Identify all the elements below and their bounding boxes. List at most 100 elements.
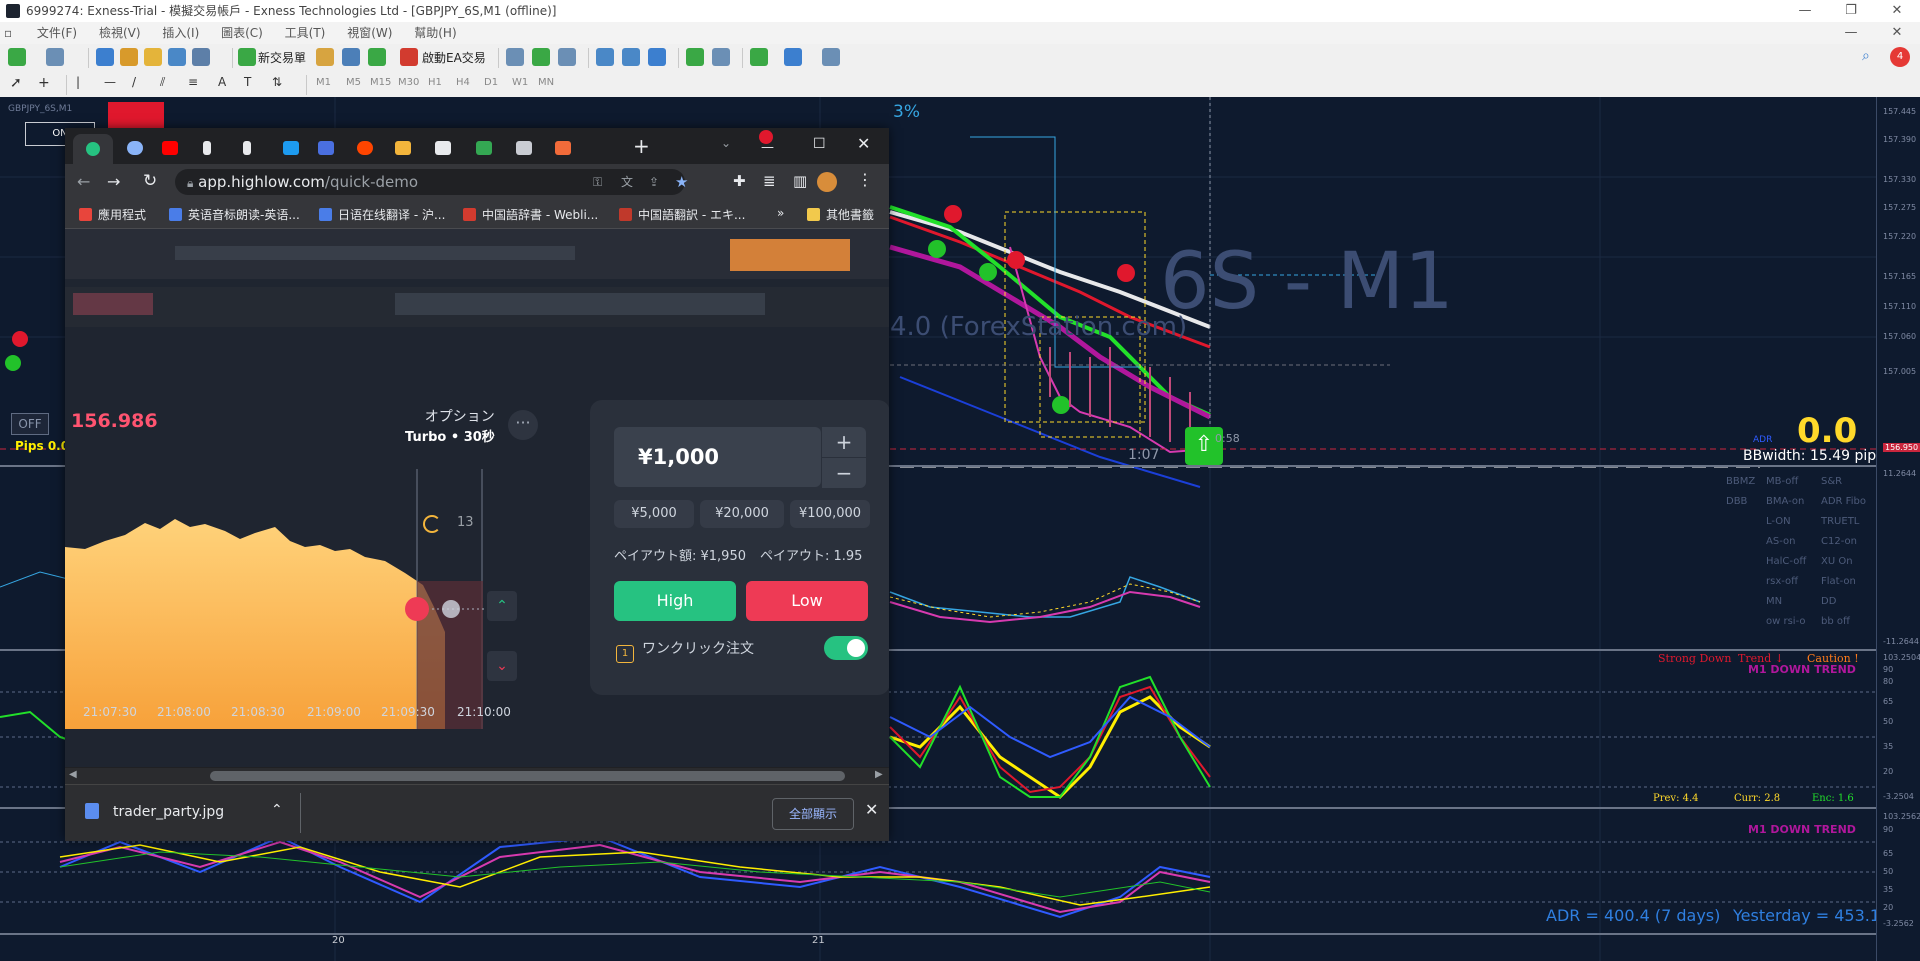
tab-globe-icon[interactable] — [127, 141, 143, 155]
menu-window[interactable]: 視窗(W) — [338, 22, 401, 44]
ind-btn[interactable]: MB-off — [1766, 472, 1821, 492]
child-close-button[interactable]: ✕ — [1874, 22, 1920, 44]
download-chevron-icon[interactable]: ⌃ — [271, 802, 283, 818]
new-tab-button[interactable]: + — [633, 134, 650, 158]
ind-btn[interactable]: DBB — [1726, 492, 1766, 512]
low-button[interactable]: Low — [746, 581, 868, 621]
profiles-icon[interactable] — [46, 48, 64, 66]
tab-news-icon[interactable] — [318, 141, 334, 155]
ind-btn[interactable]: TRUETL — [1821, 516, 1859, 527]
tab-fx-icon[interactable] — [555, 141, 571, 155]
templates-icon[interactable] — [822, 48, 840, 66]
fibo-icon[interactable]: ≡ — [188, 75, 206, 93]
menu-help[interactable]: 幫助(H) — [405, 22, 465, 44]
bookmark-apps[interactable]: 應用程式 — [79, 206, 146, 223]
close-window-button[interactable]: ✕ — [1874, 0, 1920, 22]
amount-minus-button[interactable]: − — [821, 457, 866, 488]
tab-bird-icon[interactable] — [516, 141, 532, 155]
chart-down-button[interactable]: ⌄ — [487, 651, 517, 681]
bookmark-4[interactable]: 中国語翻訳 - エキ... — [619, 206, 745, 223]
new-chart-icon[interactable] — [8, 48, 26, 66]
new-order-icon[interactable] — [238, 48, 256, 66]
metaeditor-icon[interactable] — [316, 48, 334, 66]
text-label-icon[interactable]: T — [244, 75, 262, 93]
vertical-line-icon[interactable]: | — [76, 75, 94, 93]
tf-m15[interactable]: M15 — [370, 77, 391, 88]
download-item[interactable]: trader_party.jpg — [85, 803, 224, 820]
translate-icon[interactable]: 文 — [621, 169, 633, 195]
side-panel-icon[interactable]: ▥ — [793, 172, 807, 190]
tf-h1[interactable]: H1 — [428, 77, 442, 88]
ind-btn[interactable]: Flat-on — [1821, 576, 1856, 587]
bookmark-1[interactable]: 英语音标朗读-英语... — [169, 206, 300, 223]
tf-mn[interactable]: MN — [538, 77, 554, 88]
ind-btn[interactable]: ow rsi-o — [1766, 612, 1821, 632]
highlow-page[interactable]: 156.986 オプション Turbo • 30秒 ··· 13 ⌃ ⌄ 21:… — [65, 229, 889, 767]
tab-audio-icon-2[interactable] — [243, 141, 251, 155]
market-watch-icon[interactable] — [96, 48, 114, 66]
new-order-button[interactable]: 新交易單 — [258, 44, 306, 72]
ind-btn[interactable]: bb off — [1821, 616, 1850, 627]
reload-icon[interactable]: ↻ — [143, 171, 157, 191]
browser-menu-icon[interactable]: ⋮ — [857, 170, 873, 189]
tf-m30[interactable]: M30 — [398, 77, 419, 88]
ind-btn[interactable]: XU On — [1821, 556, 1853, 567]
amount-plus-button[interactable]: + — [821, 427, 866, 457]
menu-view[interactable]: 檢視(V) — [90, 22, 150, 44]
tester-icon[interactable] — [192, 48, 210, 66]
ind-btn[interactable]: DD — [1821, 596, 1836, 607]
tf-h4[interactable]: H4 — [456, 77, 470, 88]
bar-chart-icon[interactable] — [506, 48, 524, 66]
bookmark-star-icon[interactable]: ★ — [675, 169, 688, 195]
browser-maximize-button[interactable]: ☐ — [813, 136, 826, 152]
one-click-toggle[interactable] — [824, 636, 868, 660]
bookmark-3[interactable]: 中国語辞書 - Webli... — [463, 206, 598, 223]
navigator-icon[interactable] — [144, 48, 162, 66]
periods-icon[interactable] — [784, 48, 802, 66]
minimize-button[interactable]: — — [1782, 0, 1828, 22]
browser-minimize-button[interactable]: — — [761, 140, 774, 155]
share-icon[interactable]: ⇪ — [649, 169, 659, 195]
tile-windows-icon[interactable] — [648, 48, 666, 66]
data-window-icon[interactable] — [120, 48, 138, 66]
amount-input[interactable]: ¥1,000 — [614, 427, 821, 487]
candlestick-icon[interactable] — [532, 48, 550, 66]
chart-shift-icon[interactable] — [712, 48, 730, 66]
ind-btn[interactable]: BBMZ — [1726, 472, 1766, 492]
forward-icon[interactable]: → — [107, 172, 120, 191]
autotrading-icon[interactable] — [400, 48, 418, 66]
extensions-icon[interactable]: ✚ — [733, 172, 746, 190]
search-icon[interactable]: ⌕ — [1862, 48, 1880, 66]
tab-twitter-icon[interactable] — [283, 141, 299, 155]
ind-btn[interactable]: S&R — [1821, 476, 1842, 487]
tab-app-icon[interactable] — [395, 141, 411, 155]
active-tab[interactable] — [73, 134, 113, 164]
text-icon[interactable]: A — [218, 75, 236, 93]
bookmarks-overflow[interactable]: » — [777, 206, 784, 220]
profile-avatar[interactable] — [817, 172, 837, 192]
high-button[interactable]: High — [614, 581, 736, 621]
crosshair-icon[interactable]: + — [38, 75, 56, 93]
tab-maps-icon[interactable] — [476, 141, 492, 155]
maximize-button[interactable]: ❐ — [1828, 0, 1874, 22]
scroll-left-icon[interactable]: ◀ — [69, 769, 77, 780]
browser-window[interactable]: + ⌄ — ☐ ✕ ← → ↻ 🔒︎ app.highlow.com/quick… — [65, 128, 889, 841]
ind-btn[interactable]: MN — [1766, 592, 1821, 612]
vps-icon[interactable] — [368, 48, 386, 66]
tab-youtube-icon[interactable] — [162, 141, 178, 155]
zoom-in-icon[interactable] — [596, 48, 614, 66]
bookmark-2[interactable]: 日语在线翻译 - 沪... — [319, 206, 445, 223]
key-icon[interactable]: ⚿ — [593, 169, 602, 195]
show-all-downloads-button[interactable]: 全部顯示 — [772, 798, 854, 830]
notification-badge[interactable]: 4 — [1890, 47, 1910, 67]
auto-scroll-icon[interactable] — [686, 48, 704, 66]
ind-btn[interactable]: BMA-on — [1766, 492, 1821, 512]
bookmark-other[interactable]: 其他書籤 — [807, 206, 874, 223]
more-options-button[interactable]: ··· — [508, 410, 538, 440]
ind-btn[interactable]: C12-on — [1821, 536, 1857, 547]
tab-audio-icon[interactable] — [203, 141, 211, 155]
back-icon[interactable]: ← — [77, 172, 90, 191]
preset-20000[interactable]: ¥20,000 — [700, 500, 784, 528]
tf-m1[interactable]: M1 — [316, 77, 331, 88]
price-axis[interactable]: 157.445 157.390 157.330 157.275 157.220 … — [1876, 97, 1920, 961]
